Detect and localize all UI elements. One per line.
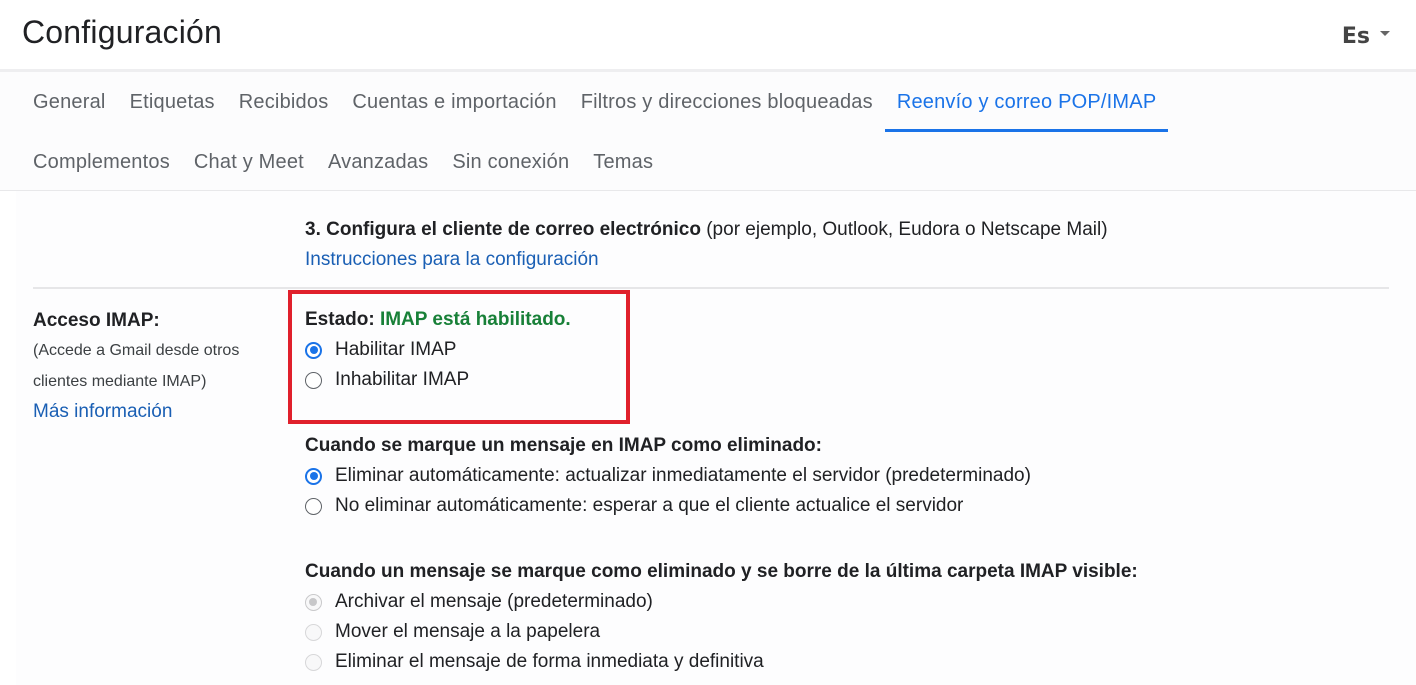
step-title: 3. Configura el cliente de correo electr… bbox=[305, 219, 701, 240]
archive-message-label: Archivar el mensaje (predeterminado) bbox=[335, 591, 653, 612]
on-deleted-section: Cuando se marque un mensaje en IMAP como… bbox=[305, 431, 1031, 521]
gmail-settings-page: Configuración Es General Etiquetas Recib… bbox=[0, 0, 1416, 685]
tab-accounts-import[interactable]: Cuentas e importación bbox=[340, 72, 568, 132]
auto-expunge-off-label: No eliminar automáticamente: esperar a q… bbox=[335, 495, 964, 516]
auto-expunge-on-label: Eliminar automáticamente: actualizar inm… bbox=[335, 465, 1031, 486]
on-expunged-section: Cuando un mensaje se marque como elimina… bbox=[305, 557, 1138, 677]
tab-forwarding-pop-imap[interactable]: Reenvío y correo POP/IMAP bbox=[884, 72, 1169, 132]
tab-chat-meet[interactable]: Chat y Meet bbox=[182, 132, 316, 192]
move-to-trash-option[interactable]: Mover el mensaje a la papelera bbox=[305, 617, 1138, 647]
client-setup-step: 3. Configura el cliente de correo electr… bbox=[305, 215, 1108, 275]
disable-imap-label: Inhabilitar IMAP bbox=[335, 369, 470, 390]
imap-access-label: Acceso IMAP: (Accede a Gmail desde otros… bbox=[33, 307, 283, 427]
imap-status-section: Estado: IMAP está habilitado. Habilitar … bbox=[305, 305, 571, 395]
auto-expunge-on-option[interactable]: Eliminar automáticamente: actualizar inm… bbox=[305, 461, 1031, 491]
tab-row-1: General Etiquetas Recibidos Cuentas e im… bbox=[21, 72, 1416, 132]
tab-advanced[interactable]: Avanzadas bbox=[316, 132, 440, 192]
tab-row-2: Complementos Chat y Meet Avanzadas Sin c… bbox=[21, 132, 1416, 192]
tab-filters-blocked[interactable]: Filtros y direcciones bloqueadas bbox=[569, 72, 885, 132]
left-gutter bbox=[0, 191, 16, 685]
language-label: Es bbox=[1341, 24, 1370, 49]
delete-forever-label: Eliminar el mensaje de forma inmediata y… bbox=[335, 651, 764, 672]
status-value: IMAP está habilitado. bbox=[379, 309, 571, 330]
archive-message-radio[interactable] bbox=[305, 593, 322, 611]
enable-imap-option[interactable]: Habilitar IMAP bbox=[305, 335, 571, 365]
page-title: Configuración bbox=[22, 14, 223, 50]
tab-labels[interactable]: Etiquetas bbox=[118, 72, 227, 132]
settings-header: Configuración Es bbox=[0, 0, 1416, 72]
caret-down-icon bbox=[1380, 31, 1390, 36]
disable-imap-radio[interactable] bbox=[305, 371, 322, 389]
settings-content: 3. Configura el cliente de correo electr… bbox=[0, 191, 1416, 685]
enable-imap-radio[interactable] bbox=[305, 341, 322, 359]
settings-tabs: General Etiquetas Recibidos Cuentas e im… bbox=[0, 72, 1416, 191]
on-deleted-title: Cuando se marque un mensaje en IMAP como… bbox=[305, 435, 822, 456]
setup-instructions-link[interactable]: Instrucciones para la configuración bbox=[305, 249, 599, 270]
enable-imap-label: Habilitar IMAP bbox=[335, 339, 457, 360]
imap-access-description: (Accede a Gmail desde otros clientes med… bbox=[33, 342, 240, 390]
section-divider bbox=[33, 287, 1389, 289]
tab-addons[interactable]: Complementos bbox=[21, 132, 182, 192]
tab-offline[interactable]: Sin conexión bbox=[440, 132, 581, 192]
imap-access-heading: Acceso IMAP: bbox=[33, 310, 160, 331]
move-to-trash-label: Mover el mensaje a la papelera bbox=[335, 621, 601, 642]
auto-expunge-off-radio[interactable] bbox=[305, 497, 322, 515]
delete-forever-radio[interactable] bbox=[305, 653, 322, 671]
more-info-link[interactable]: Más información bbox=[33, 397, 283, 427]
step-examples: (por ejemplo, Outlook, Eudora o Netscape… bbox=[700, 219, 1108, 240]
auto-expunge-on-radio[interactable] bbox=[305, 467, 322, 485]
status-label: Estado: bbox=[305, 309, 380, 330]
tab-inbox[interactable]: Recibidos bbox=[227, 72, 341, 132]
tab-themes[interactable]: Temas bbox=[581, 132, 665, 192]
tab-general[interactable]: General bbox=[21, 72, 118, 132]
disable-imap-option[interactable]: Inhabilitar IMAP bbox=[305, 365, 571, 395]
auto-expunge-off-option[interactable]: No eliminar automáticamente: esperar a q… bbox=[305, 491, 1031, 521]
delete-forever-option[interactable]: Eliminar el mensaje de forma inmediata y… bbox=[305, 647, 1138, 677]
imap-status: Estado: IMAP está habilitado. bbox=[305, 305, 571, 335]
language-selector[interactable]: Es bbox=[1342, 24, 1390, 49]
on-expunged-title: Cuando un mensaje se marque como elimina… bbox=[305, 561, 1138, 582]
archive-message-option[interactable]: Archivar el mensaje (predeterminado) bbox=[305, 587, 1138, 617]
move-to-trash-radio[interactable] bbox=[305, 623, 322, 641]
